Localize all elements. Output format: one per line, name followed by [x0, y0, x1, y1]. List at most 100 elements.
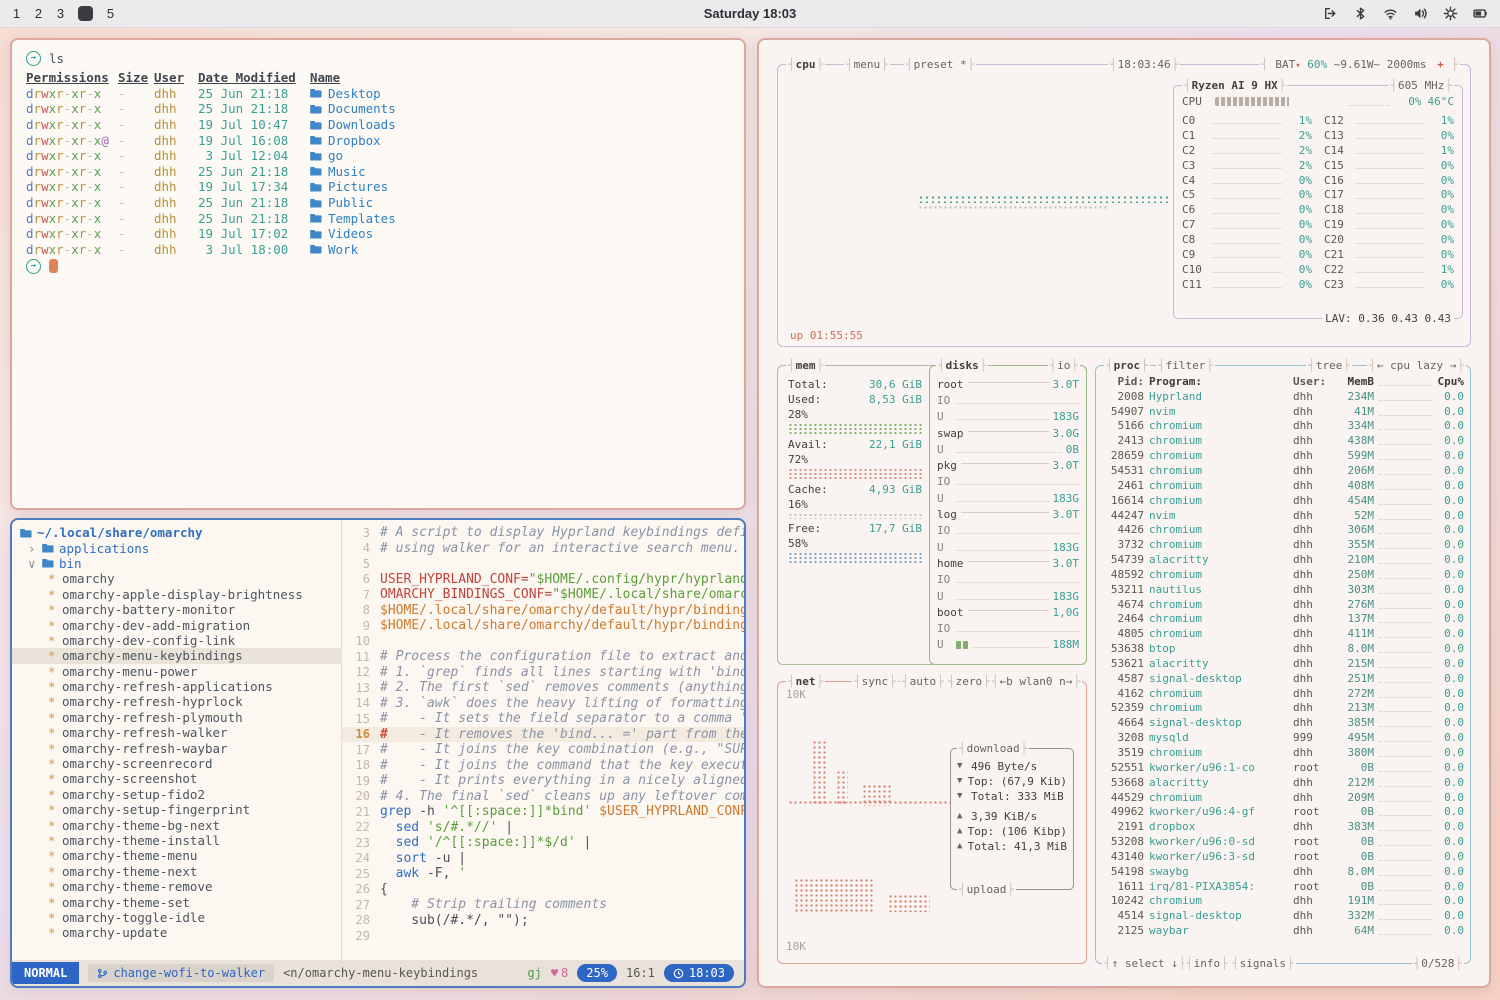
logout-icon[interactable] [1323, 6, 1338, 21]
proc-row-5166[interactable]: 5166chromiumdhh334M0.0 [1104, 419, 1464, 434]
proc-row-53621[interactable]: 53621alacrittydhh215M0.0 [1104, 656, 1464, 671]
editor-line[interactable]: 14# 3. `awk` does the heavy lifting of f… [342, 696, 744, 712]
preset-button[interactable]: preset * [904, 57, 976, 72]
tree-file-omarchy-apple-display-brightness[interactable]: *omarchy-apple-display-brightness [12, 587, 341, 602]
editor-line[interactable]: 26{ [342, 882, 744, 898]
proc-row-28659[interactable]: 28659chromiumdhh599M0.0 [1104, 448, 1464, 463]
tree-file-omarchy-refresh-waybar[interactable]: *omarchy-refresh-waybar [12, 740, 341, 755]
proc-row-2191[interactable]: 2191dropboxdhh383M0.0 [1104, 819, 1464, 834]
tree-dir-bin[interactable]: ∨bin [12, 556, 341, 571]
proc-row-54531[interactable]: 54531chromiumdhh206M0.0 [1104, 463, 1464, 478]
editor-line[interactable]: 24 sort -u | [342, 851, 744, 867]
proc-row-16614[interactable]: 16614chromiumdhh454M0.0 [1104, 493, 1464, 508]
editor-line[interactable]: 29 [342, 928, 744, 944]
proc-row-10242[interactable]: 10242chromiumdhh191M0.0 [1104, 894, 1464, 909]
tree-file-omarchy-update[interactable]: *omarchy-update [12, 925, 341, 940]
proc-row-4162[interactable]: 4162chromiumdhh272M0.0 [1104, 686, 1464, 701]
proc-row-4514[interactable]: 4514signal-desktopdhh332M0.0 [1104, 908, 1464, 923]
tree-file-omarchy-theme-remove[interactable]: *omarchy-theme-remove [12, 879, 341, 894]
editor-line[interactable]: 8$HOME/.local/share/omarchy/default/hypr… [342, 603, 744, 619]
editor-line[interactable]: 16# - It removes the 'bind... =' part fr… [342, 727, 744, 743]
proc-row-3519[interactable]: 3519chromiumdhh380M0.0 [1104, 745, 1464, 760]
proc-row-1611[interactable]: 1611irq/81-PIXA3854:root0B0.0 [1104, 879, 1464, 894]
editor-line[interactable]: 17# - It joins the key combination (e.g.… [342, 742, 744, 758]
signals-button[interactable]: signals [1230, 956, 1296, 971]
proc-row-52551[interactable]: 52551kworker/u96:1-coroot0B0.0 [1104, 760, 1464, 775]
editor-line[interactable]: 7OMARCHY_BINDINGS_CONF="$HOME/.local/sha… [342, 587, 744, 603]
proc-row-52359[interactable]: 52359chromiumdhh213M0.0 [1104, 701, 1464, 716]
proc-row-2125[interactable]: 2125waybardhh64M0.0 [1104, 923, 1464, 938]
tree-file-omarchy-refresh-plymouth[interactable]: *omarchy-refresh-plymouth [12, 710, 341, 725]
tree-file-omarchy-menu-power[interactable]: *omarchy-menu-power [12, 664, 341, 679]
proc-row-53211[interactable]: 53211nautilusdhh303M0.0 [1104, 582, 1464, 597]
editor-line[interactable]: 28 sub(/#.*/, ""); [342, 913, 744, 929]
proc-row-2413[interactable]: 2413chromiumdhh438M0.0 [1104, 433, 1464, 448]
tree-file-omarchy-setup-fido2[interactable]: *omarchy-setup-fido2 [12, 787, 341, 802]
zero-button[interactable]: zero [946, 674, 992, 689]
editor-line[interactable]: 27 # Strip trailing comments [342, 897, 744, 913]
proc-row-2008[interactable]: 2008Hyprlanddhh234M0.0 [1104, 389, 1464, 404]
interface-switcher[interactable]: ←b wlan0 n→ [990, 674, 1082, 689]
tree-file-omarchy-screenrecord[interactable]: *omarchy-screenrecord [12, 756, 341, 771]
proc-row-3208[interactable]: 3208mysqld999495M0.0 [1104, 730, 1464, 745]
io-mode-button[interactable]: io [1048, 358, 1081, 373]
proc-row-4664[interactable]: 4664signal-desktopdhh385M0.0 [1104, 715, 1464, 730]
workspace-5[interactable]: 5 [106, 6, 115, 21]
tree-file-omarchy-theme-set[interactable]: *omarchy-theme-set [12, 894, 341, 909]
interval-plus-button[interactable]: + [1437, 58, 1444, 71]
tree-file-omarchy[interactable]: *omarchy [12, 571, 341, 586]
proc-row-53668[interactable]: 53668alacrittydhh212M0.0 [1104, 775, 1464, 790]
select-buttons[interactable]: ↑ select ↓ [1102, 956, 1187, 971]
proc-row-54739[interactable]: 54739alacrittydhh210M0.0 [1104, 552, 1464, 567]
editor-line[interactable]: 19# - It prints everything in a nicely a… [342, 773, 744, 789]
workspace-2[interactable]: 2 [34, 6, 43, 21]
info-button[interactable]: info [1184, 956, 1230, 971]
proc-row-54907[interactable]: 54907nvimdhh41M0.0 [1104, 404, 1464, 419]
proc-row-2461[interactable]: 2461chromiumdhh408M0.0 [1104, 478, 1464, 493]
editor-line[interactable]: 20# 4. The final `sed` cleans up any lef… [342, 789, 744, 805]
terminal-window[interactable]: → ls PermissionsSizeUserDate ModifiedNam… [10, 38, 746, 510]
tree-file-omarchy-theme-menu[interactable]: *omarchy-theme-menu [12, 848, 341, 863]
nvim-window[interactable]: ~/.local/share/omarchy›applications∨bin*… [10, 518, 746, 988]
tree-file-omarchy-refresh-walker[interactable]: *omarchy-refresh-walker [12, 725, 341, 740]
editor-line[interactable]: 6USER_HYPRLAND_CONF="$HOME/.config/hypr/… [342, 572, 744, 588]
bluetooth-icon[interactable] [1353, 6, 1368, 21]
editor-line[interactable]: 5 [342, 556, 744, 572]
proc-row-48592[interactable]: 48592chromiumdhh250M0.0 [1104, 567, 1464, 582]
editor-line[interactable]: 21grep -h '^[[:space:]]*bind' $USER_HYPR… [342, 804, 744, 820]
editor-line[interactable]: 25 awk -F, ' [342, 866, 744, 882]
editor-line[interactable]: 22 sed 's/#.*//' | [342, 820, 744, 836]
battery-icon[interactable] [1473, 6, 1488, 21]
tree-file-omarchy-menu-keybindings[interactable]: *omarchy-menu-keybindings [12, 648, 341, 663]
editor-line[interactable]: 12# 1. `grep` finds all lines starting w… [342, 665, 744, 681]
editor-line[interactable]: 13# 2. The first `sed` removes comments … [342, 680, 744, 696]
proc-row-54198[interactable]: 54198swaybgdhh8.0M0.0 [1104, 864, 1464, 879]
proc-row-4426[interactable]: 4426chromiumdhh306M0.0 [1104, 522, 1464, 537]
proc-row-44247[interactable]: 44247nvimdhh52M0.0 [1104, 508, 1464, 523]
wifi-icon[interactable] [1383, 6, 1398, 21]
editor-line[interactable]: 15# - It sets the field separator to a c… [342, 711, 744, 727]
tree-file-omarchy-setup-fingerprint[interactable]: *omarchy-setup-fingerprint [12, 802, 341, 817]
proc-row-43140[interactable]: 43140kworker/u96:3-sdroot0B0.0 [1104, 849, 1464, 864]
tree-root[interactable]: ~/.local/share/omarchy [12, 525, 341, 540]
tree-file-omarchy-dev-config-link[interactable]: *omarchy-dev-config-link [12, 633, 341, 648]
editor-line[interactable]: 4# using walker for an interactive searc… [342, 541, 744, 557]
tree-file-omarchy-toggle-idle[interactable]: *omarchy-toggle-idle [12, 910, 341, 925]
tree-dir-applications[interactable]: ›applications [12, 540, 341, 555]
tree-file-omarchy-battery-monitor[interactable]: *omarchy-battery-monitor [12, 602, 341, 617]
volume-icon[interactable] [1413, 6, 1428, 21]
proc-row-4674[interactable]: 4674chromiumdhh276M0.0 [1104, 597, 1464, 612]
tree-toggle-button[interactable]: tree [1306, 358, 1352, 373]
btop-window[interactable]: cpu menu preset * 18:03:46 BAT▾ 60% ~9.6… [757, 38, 1491, 988]
workspace-1[interactable]: 1 [12, 6, 21, 21]
tree-file-omarchy-refresh-applications[interactable]: *omarchy-refresh-applications [12, 679, 341, 694]
git-branch[interactable]: change-wofi-to-walker [88, 964, 274, 982]
proc-row-53638[interactable]: 53638btopdhh8.0M0.0 [1104, 641, 1464, 656]
proc-row-4805[interactable]: 4805chromiumdhh411M0.0 [1104, 626, 1464, 641]
editor-line[interactable]: 18# - It joins the command that the key … [342, 758, 744, 774]
workspace-3[interactable]: 3 [56, 6, 65, 21]
auto-button[interactable]: auto [900, 674, 946, 689]
settings-icon[interactable] [1443, 6, 1458, 21]
editor-line[interactable]: 3# A script to display Hyprland keybindi… [342, 525, 744, 541]
menu-button[interactable]: menu [844, 57, 890, 72]
